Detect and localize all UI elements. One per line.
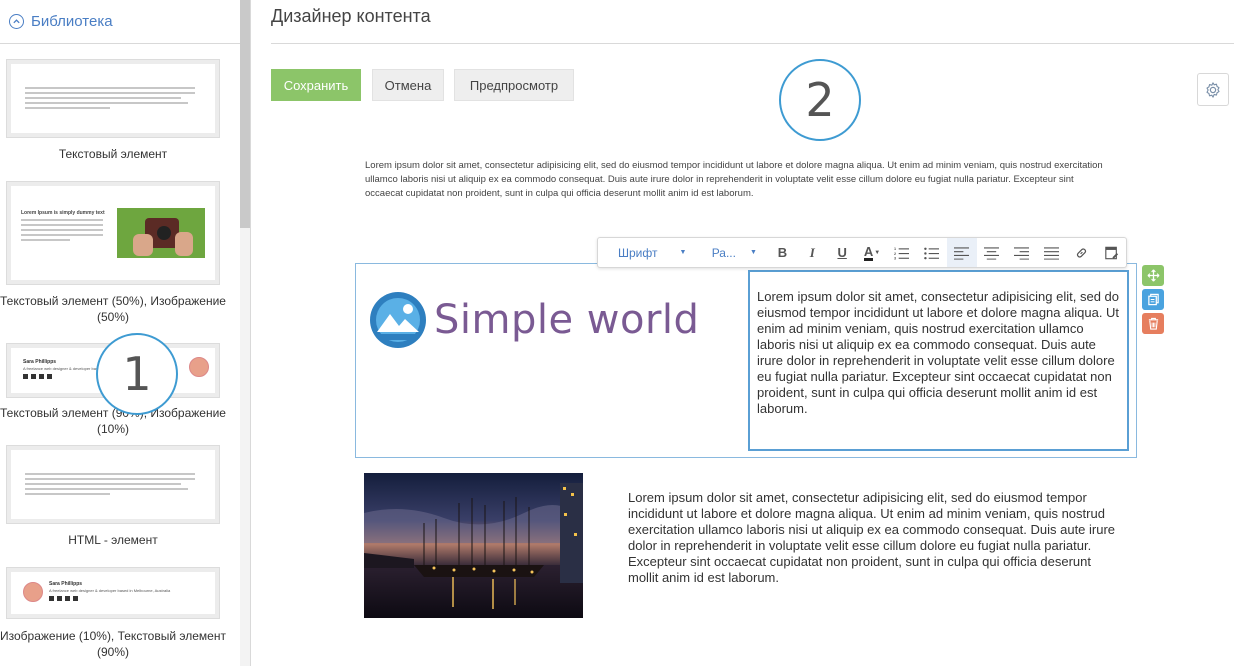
underline-button[interactable]: U <box>827 238 857 267</box>
content-paragraph[interactable]: Lorem ipsum dolor sit amet, consectetur … <box>365 159 1110 201</box>
social-icons <box>23 374 52 379</box>
font-color-button[interactable]: A ▼ <box>857 238 887 267</box>
font-size-value: Ра... <box>711 245 736 260</box>
edit-source-button[interactable] <box>1096 238 1126 267</box>
align-center-icon <box>984 246 1000 260</box>
tile-preview <box>11 450 215 519</box>
dropdown-caret-icon: ▼ <box>749 249 757 256</box>
italic-icon: I <box>809 244 815 260</box>
svg-text:1: 1 <box>894 247 896 251</box>
tile-name: Sara Phillipps <box>23 359 57 365</box>
harbor-night-photo[interactable] <box>364 473 583 618</box>
edit-source-icon <box>1104 246 1118 259</box>
preview-camera-image <box>117 208 205 258</box>
tile-label: Изображение (10%), Текстовый элемент (90… <box>0 629 226 659</box>
rich-text-toolbar: Шрифт ▼ Ра... ▼ B I U A ▼ 1 2 3 <box>597 237 1127 268</box>
font-color-icon: A <box>863 243 874 261</box>
tile-label: Текстовый элемент <box>58 147 168 161</box>
tile-heading: Lorem Ipsum is simply dummy text <box>21 210 105 216</box>
bold-icon: B <box>777 245 788 260</box>
harbor-photo-image <box>364 473 583 618</box>
library-tile-image10-text90[interactable]: Sara Phillipps A freelance web designer … <box>6 567 220 619</box>
ordered-list-button[interactable]: 1 2 3 <box>887 238 917 267</box>
callout-two: 2 <box>779 59 861 141</box>
avatar <box>23 582 43 602</box>
content-paragraph[interactable]: Lorem ipsum dolor sit amet, consectetur … <box>628 490 1118 586</box>
font-size-select[interactable]: Ра... ▼ <box>696 238 768 267</box>
move-block-button[interactable] <box>1142 265 1164 286</box>
tile-preview <box>11 64 215 133</box>
tile-preview: Sara Phillipps A freelance web designer … <box>11 572 215 614</box>
save-button[interactable]: Сохранить <box>271 69 361 101</box>
link-icon <box>1076 247 1086 258</box>
bullet-list-icon <box>924 247 940 259</box>
align-center-button[interactable] <box>977 238 1007 267</box>
library-title: Библиотека <box>31 13 113 30</box>
sidebar-scrollbar[interactable] <box>240 0 250 666</box>
link-button[interactable] <box>1066 238 1096 267</box>
collapse-chevron-icon[interactable] <box>9 14 24 29</box>
align-left-button[interactable] <box>946 238 977 267</box>
move-icon <box>1147 269 1159 282</box>
settings-button[interactable] <box>1197 73 1229 106</box>
bullet-list-button[interactable] <box>917 238 947 267</box>
svg-text:2: 2 <box>894 251 896 255</box>
underline-icon: U <box>837 245 847 260</box>
tile-label: Текстовый элемент (90%), Изображение (10… <box>0 406 226 436</box>
library-tile-text[interactable] <box>6 59 220 138</box>
tile-preview: Lorem Ipsum is simply dummy text <box>11 186 215 280</box>
delete-block-button[interactable] <box>1142 313 1164 334</box>
title-divider <box>271 43 1234 44</box>
align-left-icon <box>954 246 970 260</box>
align-right-icon <box>1013 246 1029 260</box>
align-justify-button[interactable] <box>1036 238 1066 267</box>
copy-block-button[interactable] <box>1142 289 1164 310</box>
italic-button[interactable]: I <box>797 238 827 267</box>
block-actions <box>1142 265 1164 337</box>
callout-one: 1 <box>96 333 178 415</box>
ordered-list-icon: 1 2 3 <box>894 247 910 260</box>
preview-button[interactable]: Предпросмотр <box>454 69 574 101</box>
preview-text-lines <box>25 473 195 498</box>
cancel-button[interactable]: Отмена <box>372 69 444 101</box>
preview-text-lines <box>21 219 103 244</box>
align-justify-icon <box>1043 246 1059 260</box>
align-right-button[interactable] <box>1006 238 1036 267</box>
font-family-value: Шрифт <box>618 245 658 260</box>
library-tile-html[interactable] <box>6 445 220 524</box>
tile-label: Текстовый элемент (50%), Изображение (50… <box>0 294 226 324</box>
tile-name: Sara Phillipps <box>49 581 83 587</box>
library-sidebar: Библиотека Текстовый элемент Lorem Ipsum… <box>0 0 251 666</box>
logo-image[interactable]: Simple world <box>368 288 713 352</box>
library-tile-text-image-50[interactable]: Lorem Ipsum is simply dummy text <box>6 181 220 285</box>
page-title: Дизайнер контента <box>271 6 431 26</box>
bold-button[interactable]: B <box>767 238 797 267</box>
gear-icon <box>1206 81 1220 98</box>
scrollbar-thumb[interactable] <box>240 0 250 228</box>
avatar <box>189 357 209 377</box>
dropdown-caret-icon: ▼ <box>874 249 881 256</box>
tile-subtitle: A freelance web designer & developer bas… <box>49 588 171 593</box>
svg-text:3: 3 <box>894 256 896 259</box>
tile-label: HTML - элемент <box>68 533 158 547</box>
preview-text-lines <box>25 87 195 112</box>
library-header[interactable]: Библиотека <box>0 0 240 44</box>
social-icons <box>49 596 78 601</box>
selected-text-content[interactable]: Lorem ipsum dolor sit amet, consectetur … <box>757 289 1122 417</box>
trash-icon <box>1148 317 1158 330</box>
copy-icon <box>1147 293 1159 306</box>
logo-text: Simple world <box>434 297 700 343</box>
dropdown-caret-icon: ▼ <box>679 249 687 256</box>
logo-mountain-icon <box>370 292 426 348</box>
font-family-select[interactable]: Шрифт ▼ <box>598 238 696 267</box>
